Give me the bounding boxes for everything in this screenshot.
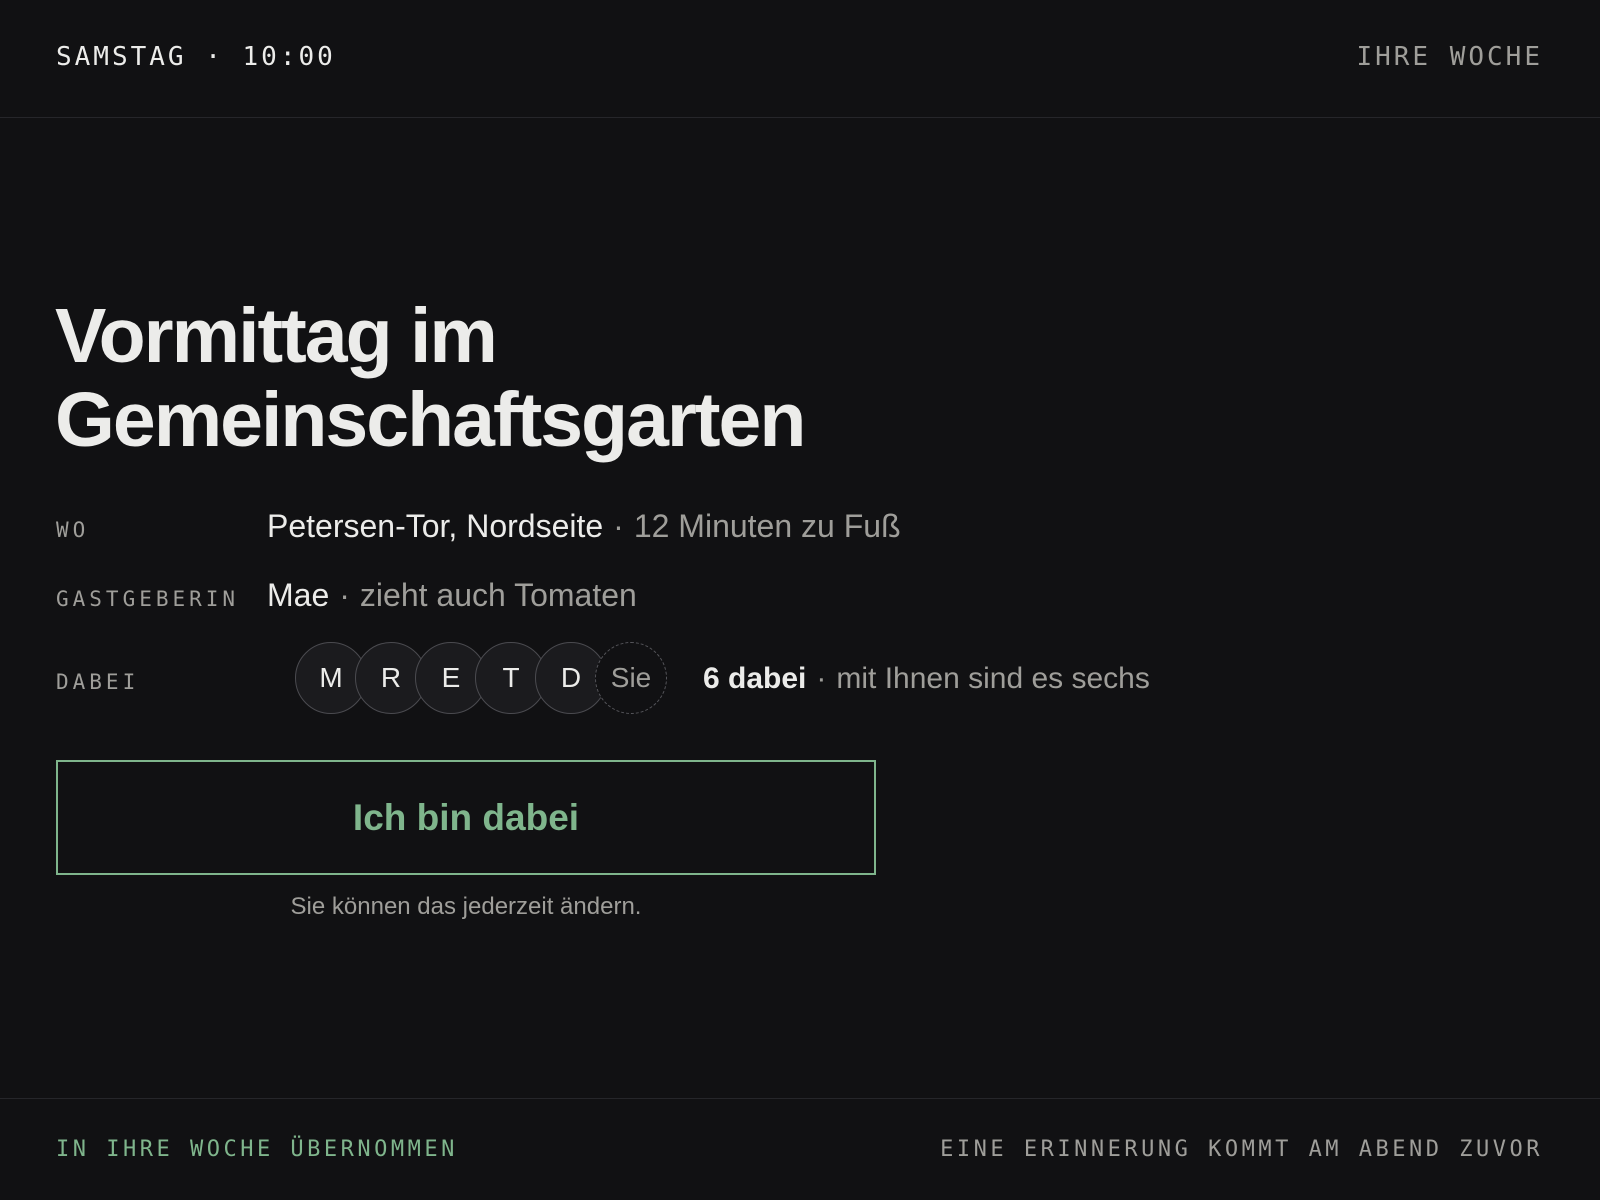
event-datetime: SAMSTAG · 10:00 [56,42,336,72]
event-title-line-2: Gemeinschaftsgarten [55,377,806,463]
footer: IN IHRE WOCHE ÜBERNOMMEN EINE ERINNERUNG… [0,1098,1600,1200]
your-week-link[interactable]: IHRE WOCHE [1356,42,1543,72]
reminder-note: EINE ERINNERUNG KOMMT AM ABEND ZUVOR [940,1137,1543,1162]
attendance-separator: · [816,662,827,695]
host-label: GASTGEBERIN [56,587,240,611]
attendee-avatars: M R E T D Sie [295,642,675,716]
where-label: WO [56,518,90,542]
event-title: Vormittag im Gemeinschaftsgarten [55,293,806,463]
attendance-count: 6 dabei [703,662,807,695]
host-separator: · [339,577,350,613]
top-bar: SAMSTAG · 10:00 IHRE WOCHE [0,0,1600,118]
join-button[interactable]: Ich bin dabei [56,760,876,875]
attending-label: DABEI [56,670,140,694]
host-note: zieht auch Tomaten [359,577,637,613]
where-value: Petersen-Tor, Nordseite · 12 Minuten zu Fu… [267,508,901,545]
host-value: Mae · zieht auch Tomaten [267,577,637,614]
avatar-you: Sie [595,642,667,714]
attendance-note: mit Ihnen sind es sechs [836,662,1150,695]
host-name: Mae [267,577,330,613]
where-separator: · [613,508,624,544]
attendance-summary: 6 dabei · mit Ihnen sind es sechs [703,662,1150,696]
join-hint: Sie können das jederzeit ändern. [290,893,642,920]
where-distance: 12 Minuten zu Fuß [633,508,901,544]
added-to-week-status: IN IHRE WOCHE ÜBERNOMMEN [56,1137,458,1162]
where-place: Petersen-Tor, Nordseite [267,508,604,544]
event-title-line-1: Vormittag im [55,293,498,379]
